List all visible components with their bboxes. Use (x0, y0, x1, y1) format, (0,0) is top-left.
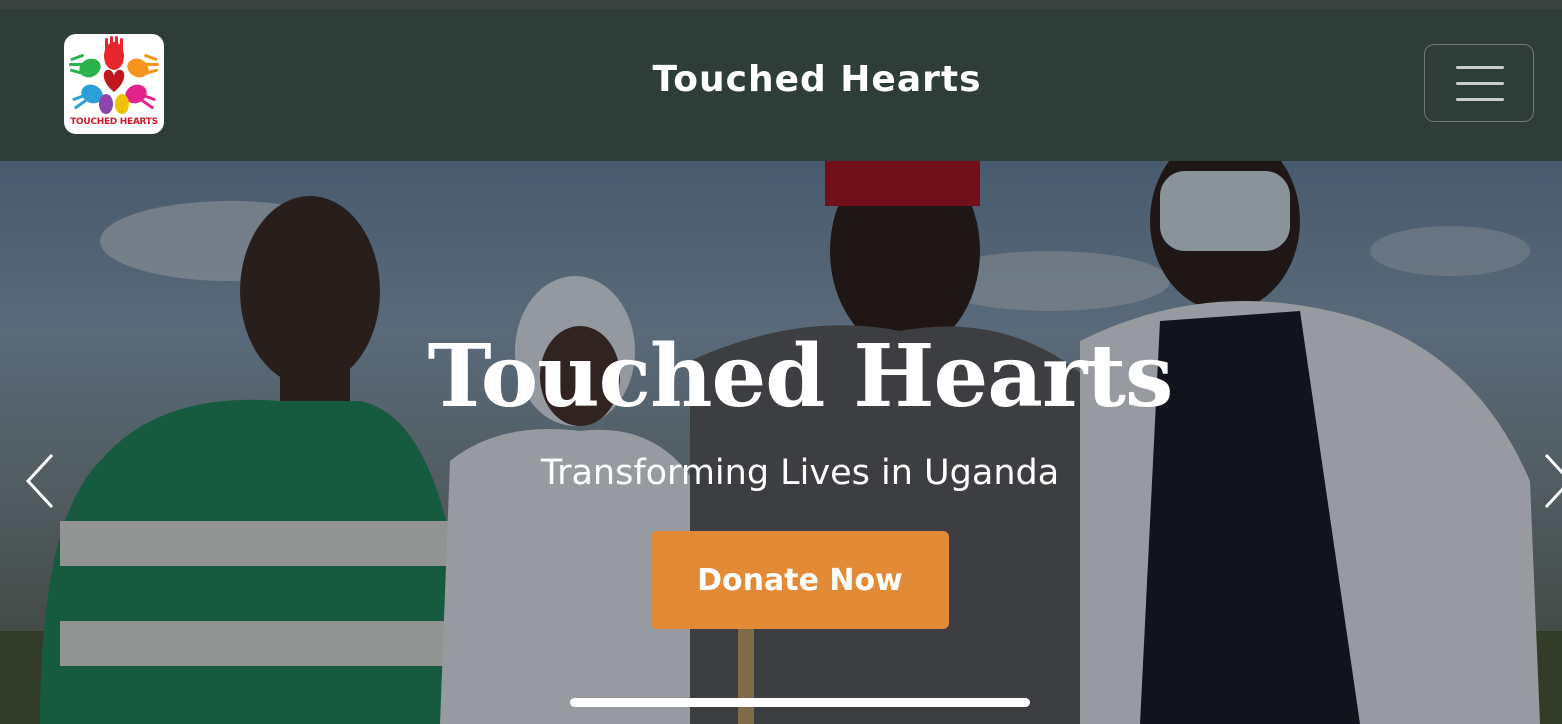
carousel-indicator-active[interactable] (570, 698, 1030, 707)
hero-subtitle: Transforming Lives in Uganda (540, 453, 1060, 493)
navbar-title[interactable]: Touched Hearts (560, 59, 1074, 100)
hero-overlay (0, 161, 1562, 724)
hamburger-icon-bar-bottom (1456, 98, 1504, 101)
donate-now-button[interactable]: Donate Now (651, 531, 949, 629)
hamburger-menu-button[interactable] (1424, 44, 1534, 122)
chevron-right-icon[interactable] (1538, 451, 1562, 511)
hamburger-icon-bar-top (1456, 66, 1504, 69)
hero-carousel: Touched Hearts Transforming Lives in Uga… (0, 161, 1562, 724)
chevron-left-icon[interactable] (20, 451, 60, 511)
hero-title: Touched Hearts (427, 326, 1174, 427)
site-logo[interactable]: TOUCHED HEARTS (64, 34, 164, 134)
logo-text: TOUCHED HEARTS (70, 117, 158, 127)
hamburger-icon-bar-middle (1456, 82, 1504, 85)
navbar: TOUCHED HEARTS Touched Hearts (0, 9, 1562, 161)
